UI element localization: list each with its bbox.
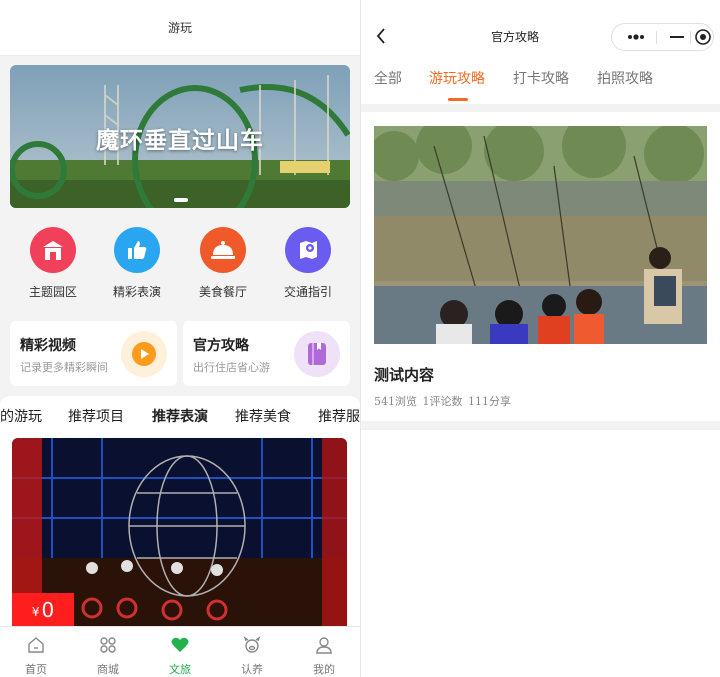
heart-icon <box>144 634 216 656</box>
rec-tab-food[interactable]: 推荐美食 <box>235 406 291 426</box>
thumbs-up-icon <box>114 227 160 273</box>
tab-label: 文旅 <box>169 663 191 676</box>
left-nav-bar: 游玩 <box>0 0 360 56</box>
show-card[interactable]: ¥ 0 <box>12 438 347 626</box>
price-value: 0 <box>41 597 55 622</box>
post-title[interactable]: 测试内容 <box>374 364 434 385</box>
category-label: 交通指引 <box>283 285 332 299</box>
rec-tab-shows[interactable]: 推荐表演 <box>152 406 208 426</box>
post-stats: 541浏览 1评论数 111分享 <box>374 393 513 409</box>
mini-program-capsule <box>611 23 714 51</box>
card-subtitle: 记录更多精彩瞬间 <box>20 361 108 374</box>
active-tab-indicator <box>448 98 468 101</box>
map-pin-icon <box>285 227 331 273</box>
category-grid: 主题园区 精彩表演 美食餐厅 交通指引 <box>0 220 360 312</box>
back-button[interactable] <box>371 24 391 48</box>
food-cloche-icon <box>200 227 246 273</box>
left-screen: 游玩 魔环垂直过山车 主题园区 精彩表演 美食餐厅 交通指引 精彩视频 记录更多… <box>0 0 360 677</box>
tab-mine[interactable]: 我的 <box>288 634 360 677</box>
card-title: 精彩视频 <box>20 338 76 354</box>
user-icon <box>288 634 360 656</box>
tab-play-guide[interactable]: 游玩攻略 <box>429 68 485 88</box>
play-icon <box>121 331 167 377</box>
tab-label: 商城 <box>97 663 119 676</box>
tab-mall[interactable]: 商城 <box>72 634 144 677</box>
tab-label: 我的 <box>313 663 335 676</box>
book-icon <box>294 331 340 377</box>
banner-carousel[interactable]: 魔环垂直过山车 <box>10 65 350 208</box>
category-label: 美食餐厅 <box>198 285 247 299</box>
guide-tabs: 全部 游玩攻略 打卡攻略 拍照攻略 <box>361 56 720 104</box>
card-subtitle: 出行住店省心游 <box>193 361 270 374</box>
tab-culture-travel[interactable]: 文旅 <box>144 634 216 677</box>
post-photo <box>374 126 707 344</box>
minimize-icon[interactable] <box>664 24 690 50</box>
page-title: 官方攻略 <box>491 30 540 44</box>
right-nav-bar: 官方攻略 <box>361 0 720 56</box>
price-currency: ¥ <box>31 605 40 619</box>
recommend-tabs: 的游玩 推荐项目 推荐表演 推荐美食 推荐服 <box>0 396 360 436</box>
rec-tab-more[interactable]: 推荐服 <box>318 406 360 426</box>
capsule-divider <box>690 31 691 44</box>
section-gap <box>361 421 720 430</box>
guide-card[interactable]: 官方攻略 出行住店省心游 <box>183 321 350 386</box>
category-restaurants[interactable]: 美食餐厅 <box>183 227 263 300</box>
castle-icon <box>30 227 76 273</box>
tab-adopt[interactable]: 认养 <box>216 634 288 677</box>
rec-tab-projects[interactable]: 推荐项目 <box>68 406 124 426</box>
rec-tab-play[interactable]: 的游玩 <box>0 406 42 426</box>
chevron-left-icon <box>376 28 385 44</box>
show-list: ¥ 0 <box>0 436 360 626</box>
tab-home[interactable]: 首页 <box>0 634 72 677</box>
category-shows[interactable]: 精彩表演 <box>97 227 177 300</box>
section-gap <box>361 104 720 112</box>
close-target-icon[interactable] <box>692 24 714 50</box>
category-transport[interactable]: 交通指引 <box>268 227 348 300</box>
page-title: 游玩 <box>167 21 192 35</box>
category-label: 主题园区 <box>28 285 77 299</box>
tab-checkin-guide[interactable]: 打卡攻略 <box>513 68 569 88</box>
video-card[interactable]: 精彩视频 记录更多精彩瞬间 <box>10 321 177 386</box>
category-label: 精彩表演 <box>112 285 161 299</box>
pig-icon <box>216 634 288 656</box>
bottom-tab-bar: 首页 商城 文旅 认养 我的 <box>0 626 360 677</box>
view-count: 541浏览 <box>374 395 417 408</box>
price-tag: ¥ 0 <box>12 593 74 626</box>
capsule-divider <box>656 31 657 44</box>
card-title: 官方攻略 <box>193 338 249 354</box>
tab-label: 首页 <box>25 663 47 676</box>
comment-count: 1评论数 <box>422 395 463 408</box>
right-screen: 官方攻略 全部 游玩攻略 打卡攻略 拍照攻略 测试内容 541浏览 1评论数 1… <box>361 0 720 677</box>
banner-title: 魔环垂直过山车 <box>96 128 264 154</box>
category-theme-park[interactable]: 主题园区 <box>13 227 93 300</box>
grid-icon <box>72 634 144 656</box>
tab-label: 认养 <box>241 663 263 676</box>
post-image[interactable] <box>374 126 707 344</box>
share-count: 111分享 <box>468 395 511 408</box>
tab-all[interactable]: 全部 <box>374 68 402 88</box>
home-icon <box>0 634 72 656</box>
carousel-indicator <box>174 198 188 202</box>
more-icon[interactable] <box>623 24 649 50</box>
tab-photo-guide[interactable]: 拍照攻略 <box>597 68 653 88</box>
